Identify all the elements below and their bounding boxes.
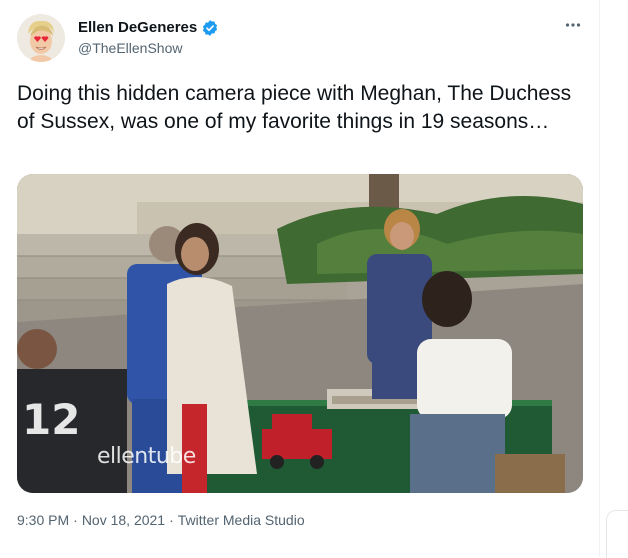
tweet-date[interactable]: Nov 18, 2021 [82, 510, 165, 530]
tweet-metadata: 9:30 PM · Nov 18, 2021 · Twitter Media S… [17, 510, 305, 530]
author-avatar[interactable] [17, 14, 65, 62]
tweet-card[interactable]: Ellen DeGeneres @TheEllenShow Doing this… [0, 0, 600, 557]
tweet-media-photo[interactable]: 12 ellentube [17, 174, 583, 493]
more-horizontal-icon[interactable] [560, 14, 586, 36]
verified-badge-icon [201, 19, 219, 37]
meta-separator: · [73, 512, 78, 528]
author-name-row[interactable]: Ellen DeGeneres [78, 18, 219, 38]
adjacent-panel-edge [606, 510, 628, 558]
author-handle[interactable]: @TheEllenShow [78, 38, 183, 58]
tweet-source[interactable]: Twitter Media Studio [178, 510, 305, 530]
meta-separator: · [169, 512, 174, 528]
ellen-heart-eyes-avatar-icon [17, 14, 65, 62]
tweet-time[interactable]: 9:30 PM [17, 510, 69, 530]
ellentube-watermark: ellentube [97, 444, 196, 469]
tweet-text: Doing this hidden camera piece with Megh… [17, 82, 572, 133]
svg-text:12: 12 [22, 395, 80, 444]
author-display-name[interactable]: Ellen DeGeneres [78, 18, 197, 38]
